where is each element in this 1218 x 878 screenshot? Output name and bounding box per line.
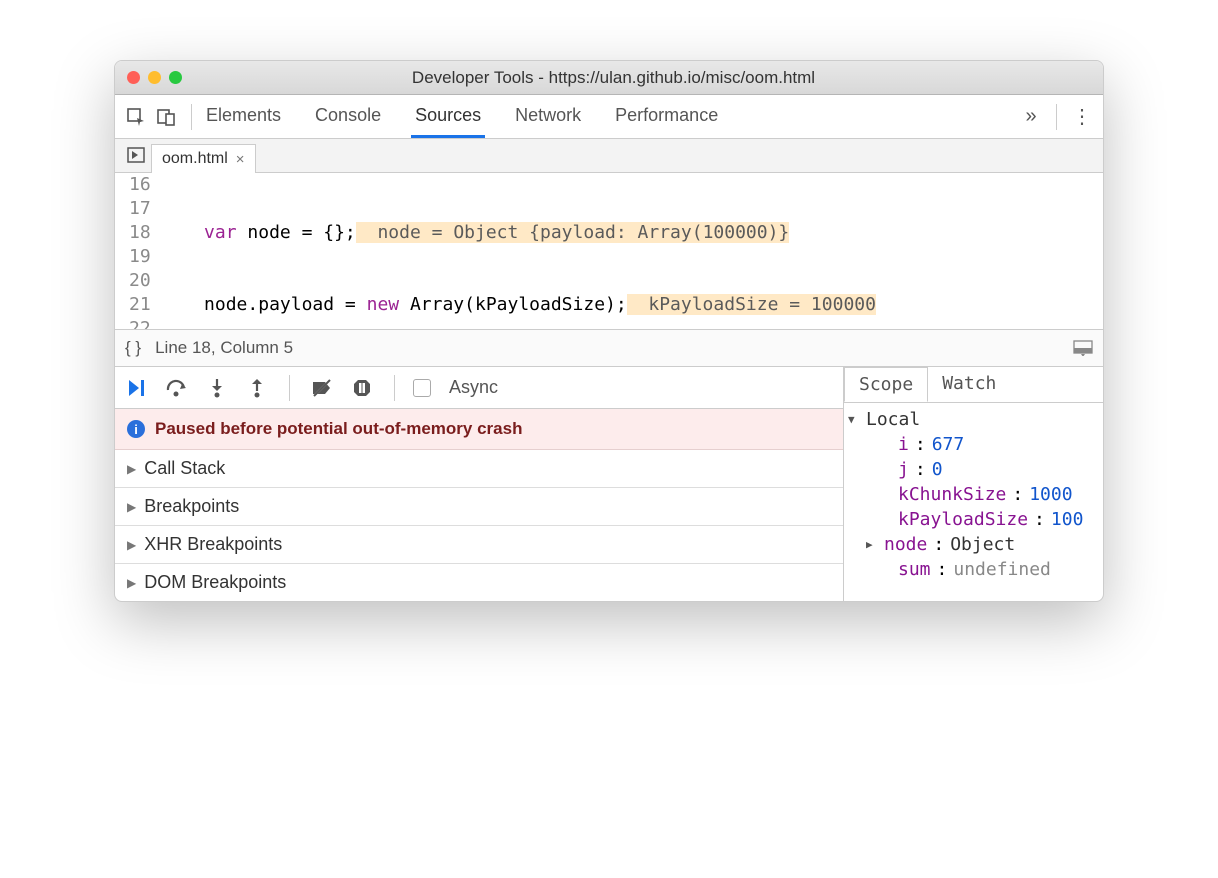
disclosure-triangle-icon: ▶ bbox=[127, 576, 136, 590]
var-name: sum bbox=[898, 559, 931, 580]
breakpoints-section[interactable]: ▶ Breakpoints bbox=[115, 488, 843, 526]
file-tab-label: oom.html bbox=[162, 150, 228, 168]
scope-tabs: Scope Watch bbox=[844, 367, 1103, 403]
toolbar-separator bbox=[191, 104, 192, 130]
tab-performance[interactable]: Performance bbox=[611, 95, 722, 138]
inline-value: node = Object {payload: Array(100000)} bbox=[356, 222, 789, 243]
settings-menu-icon[interactable]: ⋮ bbox=[1067, 104, 1097, 129]
debugger-panel: Async i Paused before potential out-of-m… bbox=[115, 367, 1103, 601]
debugger-left-pane: Async i Paused before potential out-of-m… bbox=[115, 367, 843, 601]
tab-scope[interactable]: Scope bbox=[844, 367, 928, 402]
step-into-icon[interactable] bbox=[203, 374, 231, 402]
xhr-breakpoints-section[interactable]: ▶ XHR Breakpoints bbox=[115, 526, 843, 564]
disclosure-triangle-icon: ▶ bbox=[866, 538, 878, 551]
var-value: 100 bbox=[1051, 509, 1084, 530]
code-line: var node = {}; node = Object {payload: A… bbox=[161, 221, 1103, 245]
scope-group-label: Local bbox=[866, 409, 920, 430]
line-gutter: 16 17 18 19 20 21 22 bbox=[115, 173, 161, 329]
main-toolbar: Elements Console Sources Network Perform… bbox=[115, 95, 1103, 139]
tab-elements[interactable]: Elements bbox=[202, 95, 285, 138]
async-checkbox[interactable] bbox=[413, 379, 431, 397]
pause-on-exceptions-icon[interactable] bbox=[348, 374, 376, 402]
window-title: Developer Tools - https://ulan.github.io… bbox=[136, 68, 1091, 88]
call-stack-section[interactable]: ▶ Call Stack bbox=[115, 450, 843, 488]
var-value: undefined bbox=[953, 559, 1051, 580]
titlebar: Developer Tools - https://ulan.github.io… bbox=[115, 61, 1103, 95]
file-tab-oom[interactable]: oom.html × bbox=[151, 144, 256, 173]
panel-tabs: Elements Console Sources Network Perform… bbox=[202, 95, 1016, 138]
disclosure-triangle-icon: ▶ bbox=[127, 500, 136, 514]
pretty-print-icon[interactable]: { } bbox=[125, 338, 141, 358]
disclosure-triangle-icon: ▶ bbox=[127, 462, 136, 476]
var-name: kPayloadSize bbox=[898, 509, 1028, 530]
disclosure-triangle-icon: ▶ bbox=[127, 538, 136, 552]
line-number: 18 bbox=[129, 221, 151, 245]
resume-icon[interactable] bbox=[123, 374, 151, 402]
scope-pane: Scope Watch ▼ Local i: 677 j: 0 kChunkSi… bbox=[843, 367, 1103, 601]
tab-sources[interactable]: Sources bbox=[411, 95, 485, 138]
tab-console[interactable]: Console bbox=[311, 95, 385, 138]
inspect-element-icon[interactable] bbox=[121, 102, 151, 132]
more-tabs-icon[interactable]: » bbox=[1016, 105, 1046, 128]
step-out-icon[interactable] bbox=[243, 374, 271, 402]
line-number: 22 bbox=[129, 317, 151, 329]
section-label: DOM Breakpoints bbox=[144, 572, 286, 593]
tab-network[interactable]: Network bbox=[511, 95, 585, 138]
line-number: 20 bbox=[129, 269, 151, 293]
info-icon: i bbox=[127, 420, 145, 438]
device-toggle-icon[interactable] bbox=[151, 102, 181, 132]
scope-var[interactable]: ▶ node: Object bbox=[844, 532, 1103, 557]
deactivate-breakpoints-icon[interactable] bbox=[308, 374, 336, 402]
scope-var[interactable]: sum: undefined bbox=[844, 557, 1103, 582]
debugger-toolbar: Async bbox=[115, 367, 843, 409]
section-label: XHR Breakpoints bbox=[144, 534, 282, 555]
toolbar-separator bbox=[1056, 104, 1057, 130]
step-over-icon[interactable] bbox=[163, 374, 191, 402]
toolbar-separator bbox=[289, 375, 290, 401]
var-value: 677 bbox=[932, 434, 965, 455]
section-label: Breakpoints bbox=[144, 496, 239, 517]
paused-message: Paused before potential out-of-memory cr… bbox=[155, 419, 522, 439]
devtools-window: Developer Tools - https://ulan.github.io… bbox=[114, 60, 1104, 602]
var-name: node bbox=[884, 534, 927, 555]
inline-value: kPayloadSize = 100000 bbox=[627, 294, 876, 315]
file-tab-bar: oom.html × bbox=[115, 139, 1103, 173]
close-tab-icon[interactable]: × bbox=[236, 151, 245, 168]
scope-var[interactable]: kChunkSize: 1000 bbox=[844, 482, 1103, 507]
code-editor[interactable]: 16 17 18 19 20 21 22 var node = {}; node… bbox=[115, 173, 1103, 329]
var-name: j bbox=[898, 459, 909, 480]
navigator-toggle-icon[interactable] bbox=[121, 138, 151, 172]
async-label: Async bbox=[449, 377, 498, 398]
toolbar-separator bbox=[394, 375, 395, 401]
scope-var[interactable]: j: 0 bbox=[844, 457, 1103, 482]
var-value: Object bbox=[950, 534, 1015, 555]
var-value: 0 bbox=[932, 459, 943, 480]
var-name: kChunkSize bbox=[898, 484, 1006, 505]
tab-watch[interactable]: Watch bbox=[928, 367, 1010, 402]
scope-group-local[interactable]: ▼ Local bbox=[844, 407, 1103, 432]
var-name: i bbox=[898, 434, 909, 455]
section-label: Call Stack bbox=[144, 458, 225, 479]
line-number: 21 bbox=[129, 293, 151, 317]
cursor-position: Line 18, Column 5 bbox=[155, 338, 293, 358]
var-value: 1000 bbox=[1029, 484, 1072, 505]
code-line: node.payload = new Array(kPayloadSize); … bbox=[161, 293, 1103, 317]
paused-banner: i Paused before potential out-of-memory … bbox=[115, 409, 843, 450]
coverage-icon[interactable] bbox=[1073, 340, 1093, 356]
disclosure-triangle-icon: ▼ bbox=[848, 413, 860, 426]
line-number: 19 bbox=[129, 245, 151, 269]
code-content: var node = {}; node = Object {payload: A… bbox=[161, 173, 1103, 329]
scope-var[interactable]: kPayloadSize: 100 bbox=[844, 507, 1103, 532]
line-number: 16 bbox=[129, 173, 151, 197]
dom-breakpoints-section[interactable]: ▶ DOM Breakpoints bbox=[115, 564, 843, 601]
editor-status-bar: { } Line 18, Column 5 bbox=[115, 329, 1103, 367]
scope-body: ▼ Local i: 677 j: 0 kChunkSize: 1000 kPa… bbox=[844, 403, 1103, 590]
scope-var[interactable]: i: 677 bbox=[844, 432, 1103, 457]
line-number: 17 bbox=[129, 197, 151, 221]
